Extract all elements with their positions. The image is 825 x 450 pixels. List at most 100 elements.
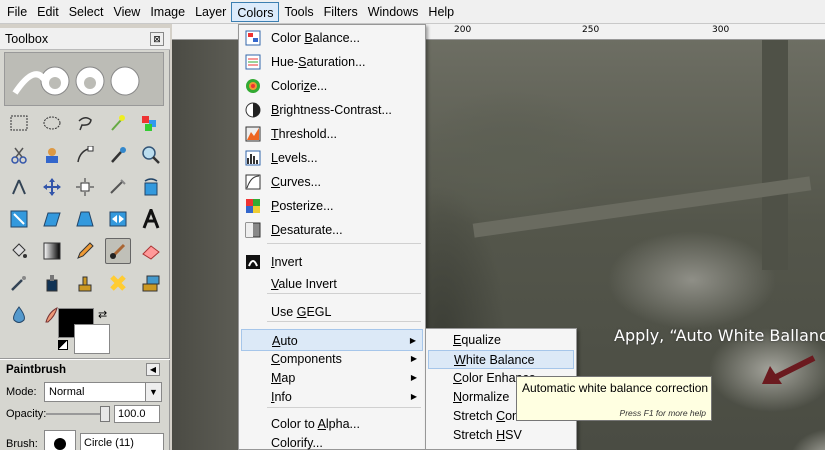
menu-item-threshold[interactable]: Threshold... (241, 123, 423, 145)
ruler-label: 250 (582, 25, 600, 35)
move-icon[interactable] (39, 174, 65, 200)
tooltip-text: Automatic white balance correction (522, 381, 709, 395)
measure-icon[interactable] (6, 174, 32, 200)
menu-view[interactable]: View (108, 2, 145, 22)
toolbox-panel: Toolbox ⊠ ⇄ Paintbrush ◀ Mode: Normal ▼ … (0, 28, 170, 450)
menu-item-brightness-contrast[interactable]: Brightness-Contrast... (241, 99, 423, 121)
tool-options-menu-icon[interactable]: ◀ (146, 363, 160, 376)
menu-item-text: Hue- (271, 55, 299, 69)
auto-menu-item-white-balance[interactable]: White Balance (428, 350, 574, 369)
menu-item-text: ap (281, 371, 296, 385)
scale-icon[interactable] (6, 206, 32, 232)
threshold-icon (245, 126, 261, 142)
menu-file[interactable]: File (2, 2, 32, 22)
paths-icon[interactable] (72, 142, 98, 168)
menu-item-value-invert[interactable]: Value Invert (241, 273, 423, 295)
posterize-icon (246, 199, 260, 213)
toolbox-titlebar: Toolbox ⊠ (0, 28, 170, 50)
color-balance-icon (245, 30, 261, 46)
menu-item-color-balance[interactable]: Color Balance... (241, 27, 423, 49)
menu-item-text: N (453, 390, 463, 404)
bucket-fill-icon[interactable] (6, 238, 32, 264)
menu-filters[interactable]: Filters (319, 2, 363, 22)
foreground-select-icon[interactable] (39, 142, 65, 168)
paintbrush-icon[interactable] (105, 238, 131, 264)
menu-colors[interactable]: Colors (231, 1, 280, 22)
swap-colors-icon[interactable]: ⇄ (98, 308, 107, 321)
shear-icon[interactable] (39, 206, 65, 232)
menu-item-colorify[interactable]: Colorify... (241, 432, 423, 450)
gimp-eyes-icon (12, 66, 140, 96)
scissors-icon[interactable] (6, 142, 32, 168)
mode-select[interactable]: Normal ▼ (44, 382, 162, 402)
divider (0, 358, 170, 360)
perspective-icon[interactable] (72, 206, 98, 232)
menu-select[interactable]: Select (64, 2, 109, 22)
menu-item-curves[interactable]: Curves... (241, 171, 423, 193)
blur-icon[interactable] (6, 302, 32, 328)
align-icon[interactable] (72, 174, 98, 200)
menu-item-text: hreshold... (278, 127, 338, 141)
menu-item-text: C (453, 371, 463, 385)
menu-item-use-gegl[interactable]: Use GEGL (241, 301, 423, 323)
menu-item-hue-saturation[interactable]: Hue-Saturation... (241, 51, 423, 73)
menu-tools[interactable]: Tools (279, 2, 318, 22)
brush-preview[interactable] (44, 430, 76, 450)
menu-image[interactable]: Image (145, 2, 190, 22)
fallen-log (472, 176, 812, 238)
menu-edit[interactable]: Edit (32, 2, 64, 22)
menu-item-text: C (271, 175, 281, 189)
colors-dropdown-menu: Color Balance... Hue-Saturation... Coloriz… (238, 24, 426, 450)
flip-icon[interactable] (105, 206, 131, 232)
color-picker-icon[interactable] (105, 142, 131, 168)
auto-menu-item-equalize[interactable]: Equalize (428, 331, 574, 350)
menu-item-text: omponents (280, 352, 342, 366)
menu-item-colorize[interactable]: Colorize... (241, 75, 423, 97)
menu-item-text: Colorify... (271, 436, 323, 450)
zoom-icon[interactable] (138, 142, 164, 168)
lasso-icon[interactable] (72, 110, 98, 136)
menu-layer[interactable]: Layer (190, 2, 231, 22)
ellipse-select-icon[interactable] (39, 110, 65, 136)
airbrush-icon[interactable] (6, 270, 32, 296)
menu-item-text: SV (505, 428, 522, 442)
text-icon[interactable] (138, 206, 164, 232)
heal-icon[interactable] (105, 270, 131, 296)
rect-select-icon[interactable] (6, 110, 32, 136)
blend-icon[interactable] (39, 238, 65, 264)
background-color-swatch[interactable] (74, 324, 110, 354)
eraser-icon[interactable] (138, 238, 164, 264)
menu-item-text: G (296, 305, 307, 319)
menu-item-info[interactable]: Info ▶ (241, 386, 423, 408)
crop-icon[interactable] (105, 174, 131, 200)
menu-item-posterize[interactable]: Posterize... (241, 195, 423, 217)
menu-item-text: EGL (306, 305, 332, 319)
opacity-field[interactable]: 100.0 (114, 405, 160, 423)
pencil-icon[interactable] (72, 238, 98, 264)
rotate-icon[interactable] (138, 174, 164, 200)
clone-icon[interactable] (72, 270, 98, 296)
perspective-clone-icon[interactable] (138, 270, 164, 296)
fuzzy-select-icon[interactable] (105, 110, 131, 136)
menu-item-invert[interactable]: Invert (241, 251, 423, 273)
auto-menu-item-stretch-hsv[interactable]: Stretch HSV (428, 426, 574, 445)
menu-help[interactable]: Help (423, 2, 459, 22)
menu-item-text: ormalize (462, 390, 510, 404)
menu-item-levels[interactable]: Levels... (241, 147, 423, 169)
canvas-shadow-region (172, 40, 240, 450)
annotation-text: Apply, “Auto White Ballance” (614, 326, 825, 345)
menu-item-desaturate[interactable]: Desaturate... (241, 219, 423, 241)
menu-windows[interactable]: Windows (363, 2, 424, 22)
wilber-drop-area[interactable] (4, 52, 164, 106)
menu-item-text: A (317, 417, 326, 431)
menu-item-text: hite Balance (465, 353, 535, 367)
ruler-label: 200 (454, 25, 472, 35)
select-by-color-icon[interactable] (138, 110, 164, 136)
close-icon[interactable]: ⊠ (150, 32, 164, 46)
ink-icon[interactable] (39, 270, 65, 296)
menu-item-text: W (454, 353, 466, 367)
opacity-slider-track[interactable] (46, 413, 106, 415)
brush-name-field[interactable]: Circle (11) (80, 433, 164, 450)
opacity-slider-handle[interactable] (100, 406, 110, 422)
default-colors-icon[interactable] (58, 340, 68, 350)
